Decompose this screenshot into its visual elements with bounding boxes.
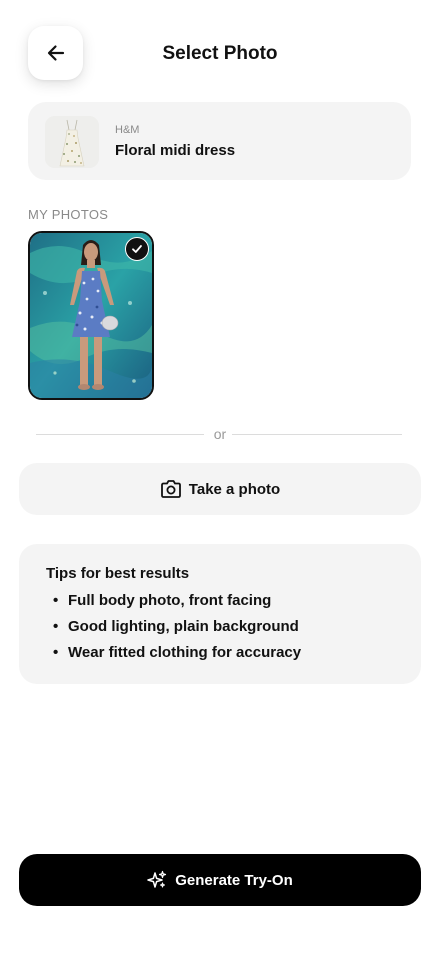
camera-icon (160, 480, 181, 498)
tip-item: • Good lighting, plain background (53, 618, 299, 635)
page-title: Select Photo (162, 43, 278, 64)
selected-check-badge (125, 237, 149, 261)
product-name: Floral midi dress (115, 142, 236, 159)
selected-product-card: H&M Floral midi dress (28, 102, 411, 180)
take-photo-label: Take a photo (188, 480, 281, 498)
sparkles-icon (147, 870, 167, 888)
user-photo-selected[interactable] (28, 231, 154, 400)
generate-try-on-label: Generate Try-On (175, 871, 293, 889)
take-photo-button[interactable]: Take a photo (19, 463, 421, 515)
tip-item: • Wear fitted clothing for accuracy (53, 644, 302, 661)
product-brand: H&M (115, 124, 140, 136)
tip-item: • Full body photo, front facing (53, 592, 272, 609)
tips-title: Tips for best results (46, 565, 190, 582)
tips-list: • Full body photo, front facing • Good lig… (46, 591, 301, 669)
tips-card: Tips for best results • Full body photo, … (19, 544, 421, 684)
product-thumbnail (45, 116, 99, 168)
divider-or-text: or (213, 426, 227, 442)
my-photos-label: MY PHOTOS (28, 207, 109, 222)
check-icon (132, 245, 142, 253)
generate-try-on-button[interactable]: Generate Try-On (19, 854, 421, 906)
